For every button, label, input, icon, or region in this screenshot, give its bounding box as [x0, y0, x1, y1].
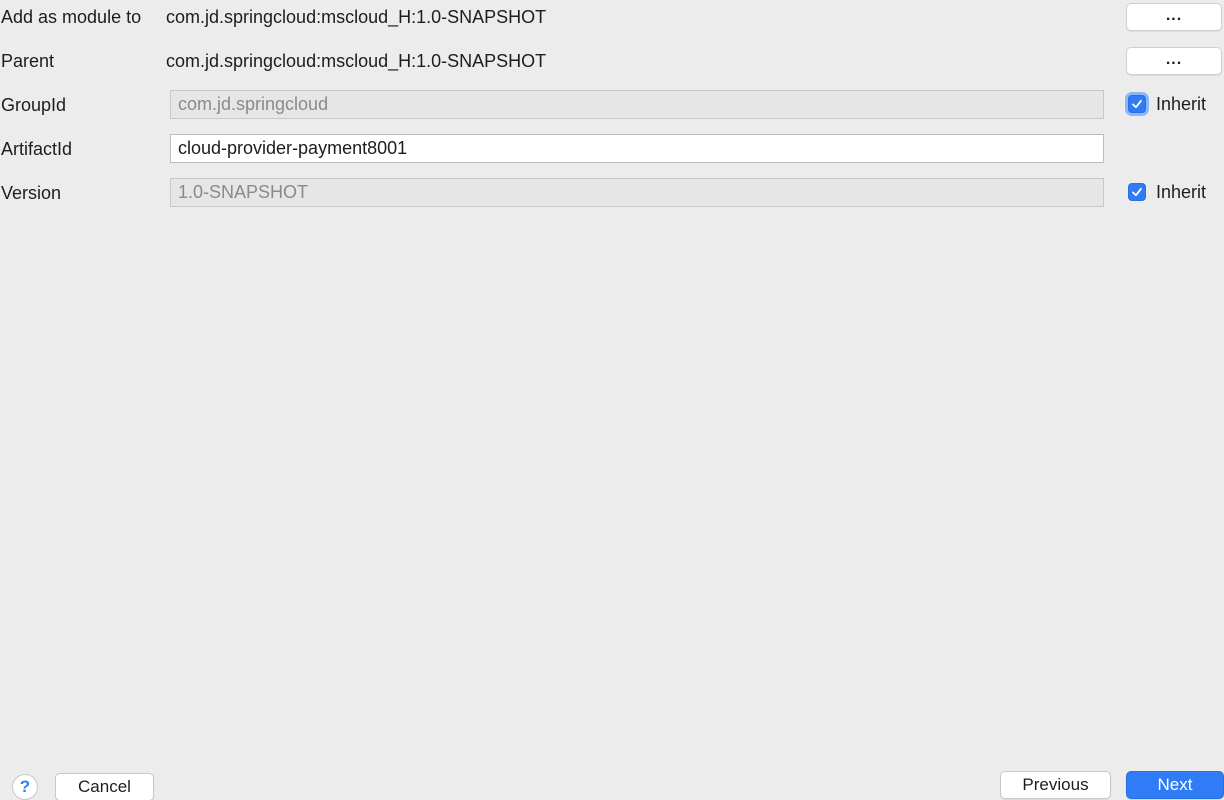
parent-label: Parent [1, 51, 55, 71]
new-module-dialog: Add as module to com.jd.springcloud:mscl… [0, 0, 1224, 800]
version-inherit-checkbox[interactable]: Inherit [1126, 180, 1206, 204]
group-id-field[interactable]: com.jd.springcloud [170, 90, 1104, 119]
version-field[interactable]: 1.0-SNAPSHOT [170, 178, 1104, 207]
group-id-inherit-checkbox[interactable]: Inherit [1126, 92, 1206, 116]
previous-button[interactable]: Previous [1000, 771, 1111, 799]
add-as-module-label: Add as module to [1, 7, 142, 27]
parent-value: com.jd.springcloud:mscloud_H:1.0-SNAPSHO… [166, 51, 547, 71]
check-icon[interactable] [1128, 95, 1146, 113]
artifact-id-field[interactable]: cloud-provider-payment8001 [170, 134, 1104, 163]
parent-browse-button[interactable]: ... [1126, 47, 1222, 75]
add-as-module-value: com.jd.springcloud:mscloud_H:1.0-SNAPSHO… [166, 7, 547, 27]
next-button[interactable]: Next [1126, 771, 1224, 799]
group-id-label: GroupId [1, 95, 67, 115]
version-label: Version [1, 183, 62, 203]
group-id-inherit-label: Inherit [1156, 93, 1207, 114]
add-as-module-browse-button[interactable]: ... [1126, 3, 1222, 31]
version-inherit-label: Inherit [1156, 181, 1207, 202]
check-icon[interactable] [1128, 183, 1146, 201]
artifact-id-label: ArtifactId [1, 139, 73, 159]
question-icon[interactable]: ? [12, 774, 38, 800]
cancel-button[interactable]: Cancel [55, 773, 154, 800]
